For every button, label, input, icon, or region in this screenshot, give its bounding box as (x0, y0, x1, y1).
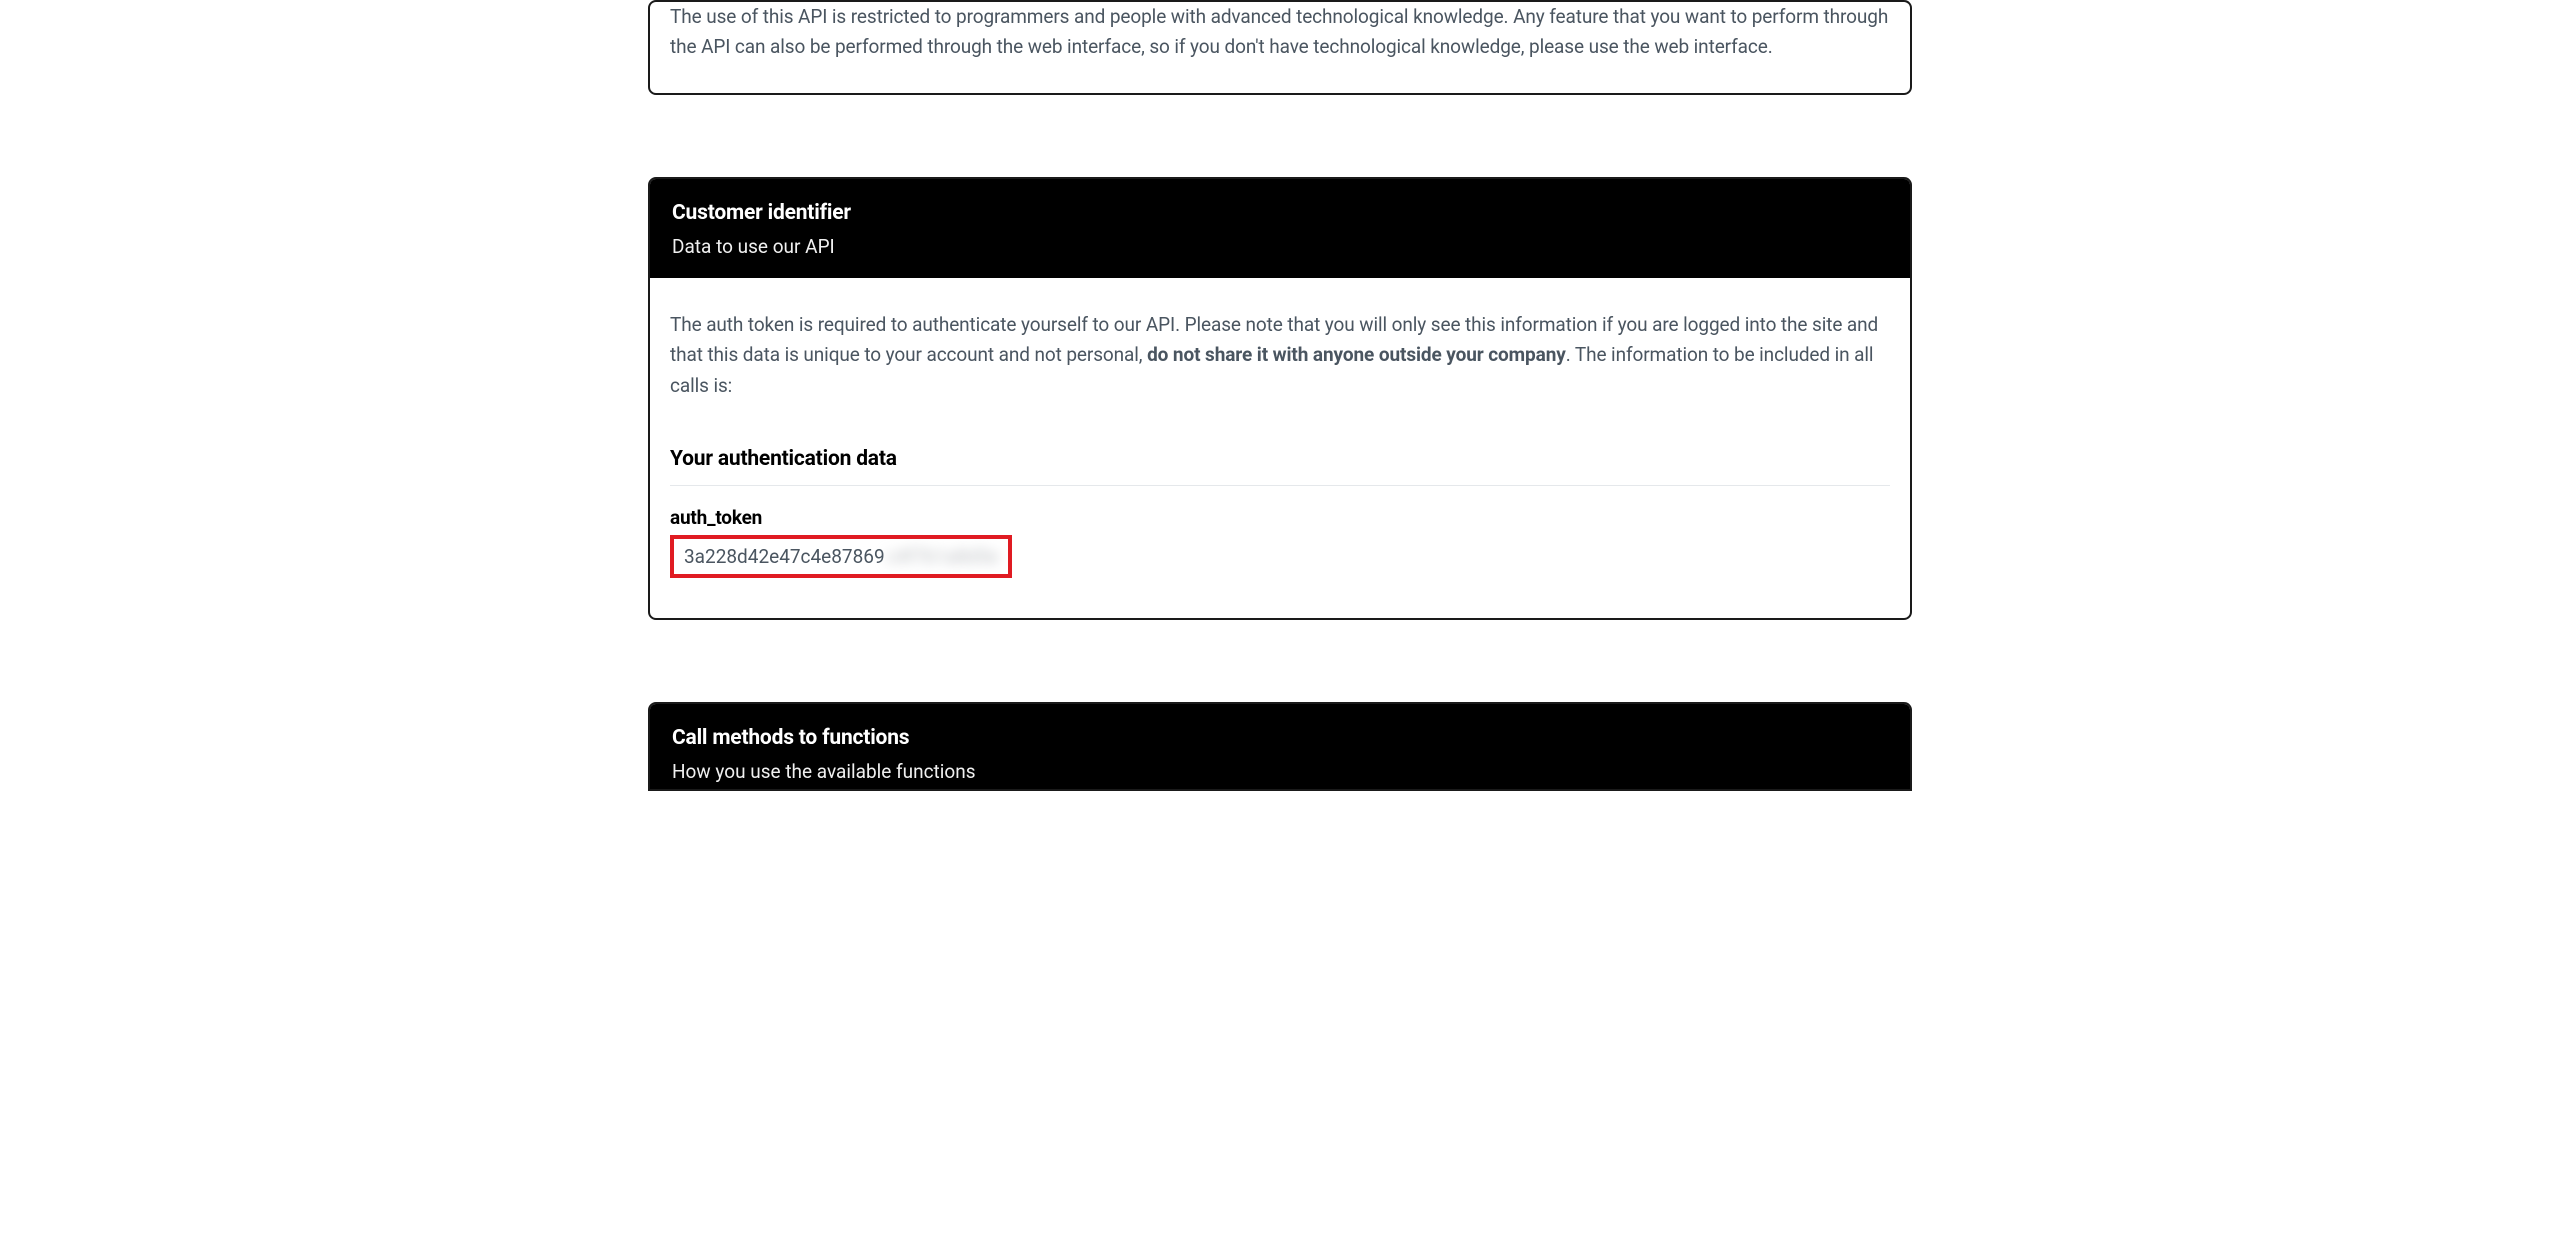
call-methods-subtitle: How you use the available functions (672, 760, 1888, 783)
authentication-data-title: Your authentication data (670, 447, 1890, 486)
auth-token-label: auth_token (670, 506, 1890, 529)
call-methods-card: Call methods to functions How you use th… (648, 702, 1912, 791)
call-methods-header: Call methods to functions How you use th… (650, 704, 1910, 789)
api-restriction-card: The use of this API is restricted to pro… (648, 0, 1912, 95)
call-methods-title: Call methods to functions (672, 726, 1888, 750)
customer-identifier-header: Customer identifier Data to use our API (650, 179, 1910, 278)
auth-token-visible: 3a228d42e47c4e87869 (684, 545, 885, 568)
authentication-data-section: Your authentication data auth_token 3a22… (670, 447, 1890, 578)
customer-identifier-title: Customer identifier (672, 201, 1888, 225)
auth-token-description: The auth token is required to authentica… (670, 310, 1890, 401)
customer-identifier-subtitle: Data to use our API (672, 235, 1888, 258)
auth-token-value-box: 3a228d42e47c4e87869c4f7b1a8d5e (670, 535, 1012, 578)
customer-identifier-body: The auth token is required to authentica… (650, 278, 1910, 618)
customer-identifier-card: Customer identifier Data to use our API … (648, 177, 1912, 620)
auth-token-hidden: c4f7b1a8d5e (887, 545, 999, 568)
api-restriction-text: The use of this API is restricted to pro… (670, 2, 1890, 63)
